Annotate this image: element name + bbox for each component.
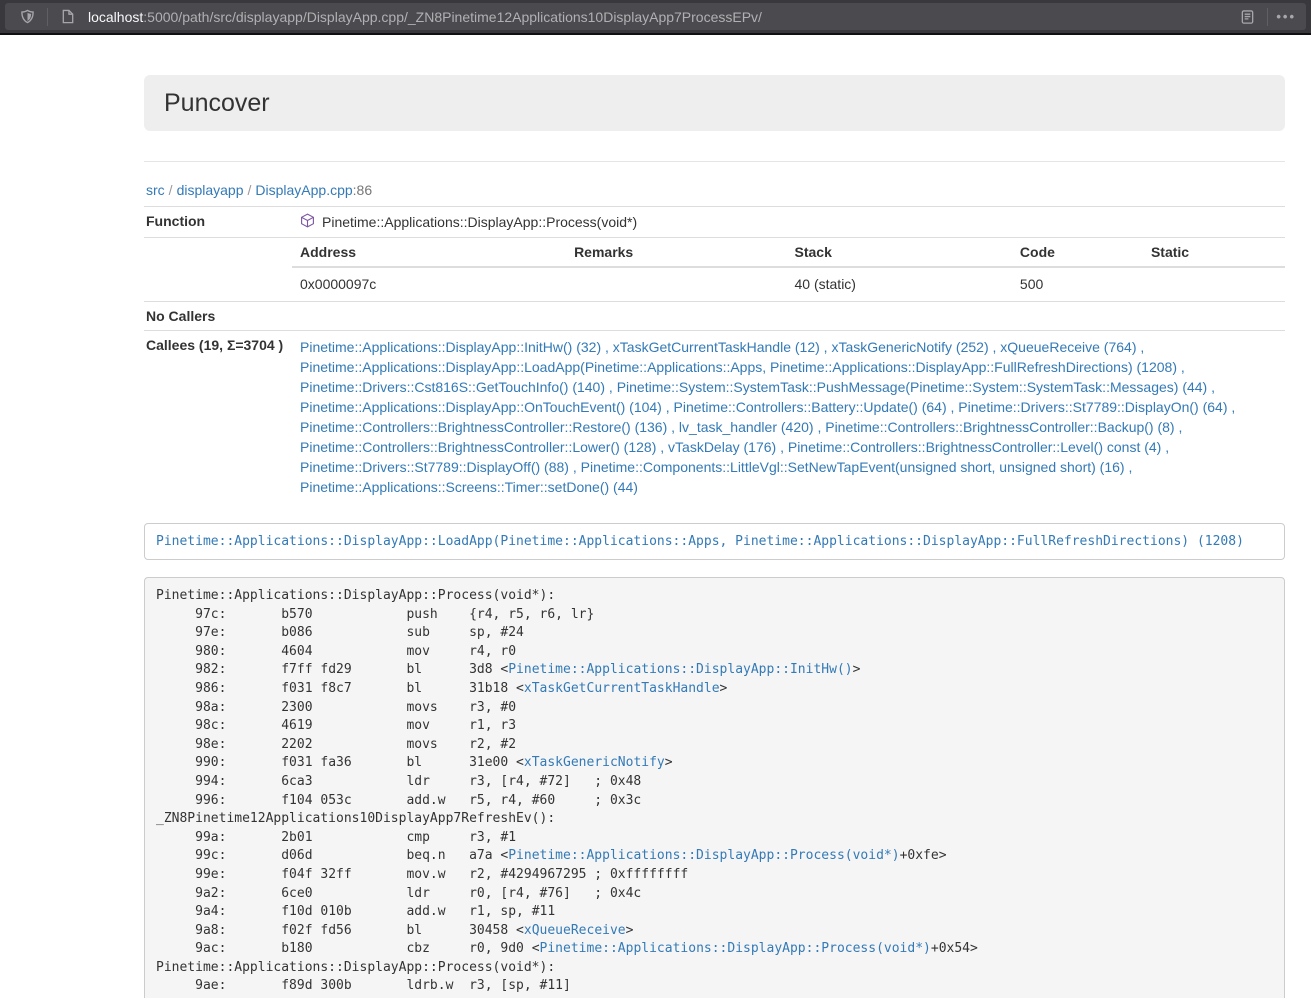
- callee-link[interactable]: Pinetime::Controllers::BrightnessControl…: [825, 419, 1174, 435]
- callees-label: Callees (19, Σ=3704 ): [144, 331, 292, 504]
- col-address: Address: [292, 238, 566, 267]
- callee-separator: ,: [605, 379, 617, 395]
- page-actions-menu-icon[interactable]: •••: [1276, 9, 1296, 24]
- stack-value: 40 (static): [787, 267, 1012, 301]
- app-header: Puncover: [144, 75, 1285, 131]
- callee-separator: ,: [662, 399, 674, 415]
- reader-mode-icon[interactable]: [1235, 5, 1259, 29]
- callee-link[interactable]: xQueueReceive (764): [1000, 339, 1136, 355]
- callee-link[interactable]: xTaskGenericNotify (252): [831, 339, 988, 355]
- breadcrumb-src-link[interactable]: src: [146, 182, 165, 198]
- remarks-value: [566, 267, 786, 301]
- highlighted-callee-box: Pinetime::Applications::DisplayApp::Load…: [144, 523, 1285, 560]
- callee-separator: ,: [814, 419, 826, 435]
- function-label: Function: [144, 207, 292, 238]
- toolbar-divider: [1267, 8, 1268, 26]
- callee-separator: ,: [569, 459, 581, 475]
- stats-row: Address Remarks Stack Code Static 0x0000…: [144, 238, 1285, 302]
- callee-separator: ,: [1161, 439, 1169, 455]
- code-symbol-link[interactable]: Pinetime::Applications::DisplayApp::Proc…: [508, 848, 899, 863]
- code-symbol-link[interactable]: xTaskGetCurrentTaskHandle: [524, 681, 720, 696]
- shield-icon[interactable]: [15, 5, 39, 29]
- callee-link[interactable]: Pinetime::Applications::DisplayApp::Init…: [300, 339, 601, 355]
- callee-link[interactable]: Pinetime::Controllers::Battery::Update()…: [674, 399, 947, 415]
- callee-link[interactable]: Pinetime::Applications::DisplayApp::Load…: [300, 359, 1177, 375]
- callee-separator: ,: [1136, 339, 1144, 355]
- divider: [144, 161, 1285, 162]
- page-icon[interactable]: [56, 5, 80, 29]
- breadcrumb-displayapp-link[interactable]: displayapp: [177, 182, 244, 198]
- callee-separator: ,: [820, 339, 832, 355]
- page-container: Puncover src/displayapp/DisplayApp.cpp:8…: [144, 75, 1285, 998]
- breadcrumb: src/displayapp/DisplayApp.cpp:86: [146, 182, 1285, 198]
- callee-separator: ,: [776, 439, 788, 455]
- callee-link[interactable]: Pinetime::Controllers::BrightnessControl…: [300, 419, 667, 435]
- url-text[interactable]: localhost:5000/path/src/displayapp/Displ…: [88, 9, 1227, 25]
- url-bar[interactable]: localhost:5000/path/src/displayapp/Displ…: [5, 3, 1306, 30]
- col-stack: Stack: [787, 238, 1012, 267]
- disassembly: Pinetime::Applications::DisplayApp::Proc…: [144, 577, 1285, 998]
- breadcrumb-file-link[interactable]: DisplayApp.cpp: [255, 182, 352, 198]
- address-value: 0x0000097c: [292, 267, 566, 301]
- callee-link[interactable]: xTaskGetCurrentTaskHandle (12): [613, 339, 820, 355]
- stats-table: Address Remarks Stack Code Static 0x0000…: [292, 238, 1285, 301]
- callee-separator: ,: [947, 399, 959, 415]
- code-symbol-link[interactable]: xQueueReceive: [524, 923, 626, 938]
- breadcrumb-separator: /: [165, 182, 177, 198]
- highlighted-callee-link[interactable]: Pinetime::Applications::DisplayApp::Load…: [156, 534, 1244, 549]
- callee-link[interactable]: Pinetime::Drivers::St7789::DisplayOn() (…: [958, 399, 1227, 415]
- no-callers-row: No Callers: [144, 302, 1285, 331]
- callee-link[interactable]: Pinetime::Applications::DisplayApp::OnTo…: [300, 399, 662, 415]
- callee-separator: ,: [1175, 419, 1183, 435]
- browser-toolbar: localhost:5000/path/src/displayapp/Displ…: [0, 0, 1311, 35]
- callee-separator: ,: [1125, 459, 1133, 475]
- callee-link[interactable]: Pinetime::Drivers::St7789::DisplayOff() …: [300, 459, 569, 475]
- callee-link[interactable]: Pinetime::Controllers::BrightnessControl…: [788, 439, 1161, 455]
- breadcrumb-line-number: :86: [353, 182, 372, 198]
- callee-separator: ,: [989, 339, 1001, 355]
- callee-link[interactable]: Pinetime::Applications::Screens::Timer::…: [300, 479, 638, 495]
- callee-separator: ,: [1228, 399, 1236, 415]
- stats-values-row: 0x0000097c 40 (static) 500: [292, 267, 1285, 301]
- breadcrumb-separator: /: [244, 182, 256, 198]
- toolbar-divider: [47, 8, 48, 26]
- callees-list: Pinetime::Applications::DisplayApp::Init…: [292, 331, 1285, 504]
- url-path: :5000/path/src/displayapp/DisplayApp.cpp…: [143, 9, 762, 25]
- function-name: Pinetime::Applications::DisplayApp::Proc…: [322, 214, 637, 230]
- col-code: Code: [1012, 238, 1143, 267]
- callee-link[interactable]: vTaskDelay (176): [668, 439, 776, 455]
- callee-separator: ,: [1207, 379, 1215, 395]
- callees-row: Callees (19, Σ=3704 ) Pinetime::Applicat…: [144, 331, 1285, 504]
- function-row: Function Pinetime::Applications::Display…: [144, 207, 1285, 238]
- callee-separator: ,: [601, 339, 613, 355]
- code-symbol-link[interactable]: Pinetime::Applications::DisplayApp::Init…: [508, 662, 852, 677]
- code-value: 500: [1012, 267, 1143, 301]
- url-host: localhost: [88, 9, 143, 25]
- callee-separator: ,: [1177, 359, 1185, 375]
- col-remarks: Remarks: [566, 238, 786, 267]
- callee-link[interactable]: Pinetime::Drivers::Cst816S::GetTouchInfo…: [300, 379, 605, 395]
- code-symbol-link[interactable]: Pinetime::Applications::DisplayApp::Proc…: [540, 941, 931, 956]
- function-table: Function Pinetime::Applications::Display…: [144, 206, 1285, 503]
- function-cube-icon: [300, 213, 315, 231]
- callee-separator: ,: [656, 439, 668, 455]
- col-static: Static: [1143, 238, 1285, 267]
- static-value: [1143, 267, 1285, 301]
- callee-link[interactable]: Pinetime::Controllers::BrightnessControl…: [300, 439, 656, 455]
- code-symbol-link[interactable]: xTaskGenericNotify: [524, 755, 665, 770]
- callee-link[interactable]: Pinetime::Components::LittleVgl::SetNewT…: [581, 459, 1125, 475]
- page-title: Puncover: [164, 90, 1265, 116]
- callee-link[interactable]: lv_task_handler (420): [679, 419, 814, 435]
- callee-link[interactable]: Pinetime::System::SystemTask::PushMessag…: [617, 379, 1208, 395]
- no-callers-label: No Callers: [144, 302, 292, 331]
- callee-separator: ,: [667, 419, 679, 435]
